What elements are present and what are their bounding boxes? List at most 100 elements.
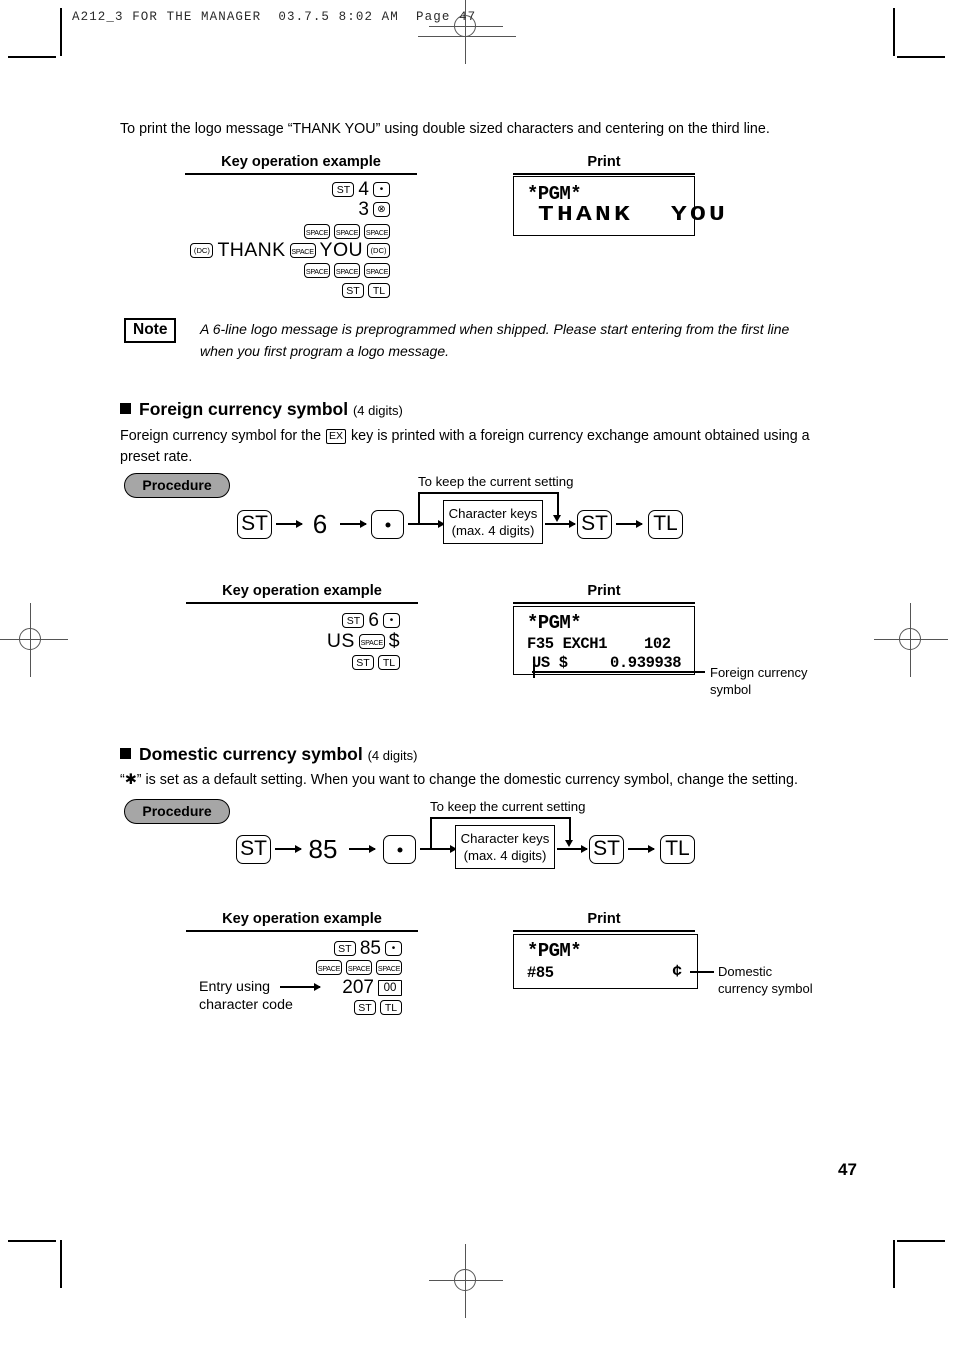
key-st[interactable]: ST — [354, 1000, 376, 1015]
key-st[interactable]: ST — [332, 182, 355, 197]
flow-arrow-1b — [275, 848, 301, 850]
key-space[interactable]: SPACE — [364, 224, 390, 239]
flow-key-dot-domestic[interactable] — [383, 835, 416, 864]
foreign-key-row-3: ST TL — [210, 653, 400, 672]
key-multiply[interactable]: ⊗ — [373, 202, 390, 217]
foreign-body-paragraph: Foreign currency symbol for the EX key i… — [120, 426, 840, 468]
domestic-digit-85: 85 — [359, 938, 381, 959]
print-title-2: Print — [513, 583, 695, 604]
print-line-domestic-symbol: ¢ — [672, 963, 682, 982]
entry-label-arrow — [280, 986, 320, 988]
callout-domestic-currency-symbol: Domestic currency symbol — [718, 963, 848, 997]
logo-word-thank: THANK — [217, 239, 286, 261]
bullet-square-icon — [120, 403, 131, 414]
flow-number-domestic: 85 — [308, 834, 338, 864]
foreign-text-dollar: $ — [388, 630, 400, 652]
title-rule — [185, 173, 417, 175]
key-st[interactable]: ST — [352, 655, 374, 670]
key-ex[interactable]: EX — [326, 429, 347, 444]
key-operation-example-label-1: Key operation example — [221, 154, 381, 170]
flow-key-st-start-foreign[interactable]: ST — [237, 510, 272, 539]
key-st[interactable]: ST — [342, 613, 365, 628]
dot-icon — [385, 522, 390, 527]
key-space[interactable]: SPACE — [346, 960, 372, 975]
key-space[interactable]: SPACE — [376, 960, 402, 975]
foreign-key-row-2: US SPACE $ — [210, 630, 400, 652]
foreign-digit-6: 6 — [368, 610, 379, 631]
key-dot[interactable]: • — [373, 182, 390, 197]
title-rule — [186, 930, 418, 932]
logo-digit-4: 4 — [358, 179, 369, 200]
foreign-text-us: US — [326, 630, 355, 652]
callout-leader-horizontal-foreign — [533, 671, 705, 673]
title-rule — [513, 602, 695, 604]
key-space[interactable]: SPACE — [334, 224, 360, 239]
note-text-line-2: when you first program a logo message. — [200, 343, 450, 359]
flow-key-tl-foreign[interactable]: TL — [648, 510, 683, 539]
key-st[interactable]: ST — [342, 283, 364, 298]
dot-icon — [397, 847, 402, 852]
key-dot[interactable]: • — [385, 941, 402, 956]
character-keys-line-1: Character keys — [448, 506, 538, 521]
entry-label-line-2: character code — [199, 997, 293, 1013]
heading-foreign-currency-symbol: Foreign currency symbol (4 digits) — [120, 399, 403, 420]
key-operation-example-title-2: Key operation example — [186, 583, 418, 604]
key-dc[interactable]: (DC) — [367, 243, 390, 258]
flow-key-tl-domestic[interactable]: TL — [660, 835, 695, 864]
key-tl[interactable]: TL — [378, 655, 400, 670]
key-dot[interactable]: • — [383, 613, 400, 628]
print-label-2: Print — [587, 583, 621, 599]
crop-mark-bottom-right-horizontal — [897, 1240, 945, 1242]
print-line-symbol-left: US $ — [532, 654, 568, 672]
flow-key-st-end-foreign[interactable]: ST — [577, 510, 612, 539]
print-line-exch-left: F35 EXCH1 — [527, 635, 608, 653]
registration-mark-left — [0, 603, 68, 677]
key-space[interactable]: SPACE — [304, 263, 330, 278]
logo-key-row-4: (DC) THANK SPACE YOU (DC) — [150, 239, 390, 261]
key-space[interactable]: SPACE — [289, 243, 316, 258]
logo-digit-3: 3 — [358, 199, 369, 220]
key-double-zero[interactable]: 00 — [378, 979, 402, 996]
logo-key-row-1: ST 4 • — [200, 180, 390, 199]
key-tl[interactable]: TL — [368, 283, 390, 298]
key-st[interactable]: ST — [333, 941, 356, 956]
print-title-3: Print — [513, 911, 695, 932]
key-space[interactable]: SPACE — [334, 263, 360, 278]
domestic-body-paragraph: “✱” is set as a default setting. When yo… — [120, 772, 798, 788]
key-tl[interactable]: TL — [380, 1000, 402, 1015]
foreign-body-post: key is printed with a foreign currency e… — [347, 428, 810, 444]
key-space[interactable]: SPACE — [358, 634, 385, 649]
flow-arrow-4 — [545, 523, 575, 525]
print-line-pgm: *PGM* — [527, 940, 582, 962]
flow-key-st-start-domestic[interactable]: ST — [236, 835, 271, 864]
flow-arrow-5 — [616, 523, 642, 525]
crop-mark-top-left-vertical — [60, 8, 62, 56]
key-space[interactable]: SPACE — [304, 224, 330, 239]
print-label-3: Print — [587, 911, 621, 927]
domestic-key-row-2: SPACE SPACE SPACE — [210, 958, 402, 977]
intro-paragraph: To print the logo message “THANK YOU” us… — [120, 121, 770, 137]
crop-mark-bottom-left-horizontal — [8, 1240, 56, 1242]
flow-caption-to-keep-foreign: To keep the current setting — [418, 474, 574, 489]
key-dc[interactable]: (DC) — [190, 243, 214, 258]
procedure-badge-domestic: Procedure — [124, 799, 230, 824]
flow-arrow-4b — [557, 848, 587, 850]
key-operation-example-label-2: Key operation example — [222, 583, 382, 599]
crop-mark-top-right-horizontal — [897, 56, 945, 58]
bullet-square-icon — [120, 748, 131, 759]
flow-key-st-end-domestic[interactable]: ST — [589, 835, 624, 864]
foreign-key-row-1: ST 6 • — [210, 611, 400, 630]
callout-leader-horizontal-domestic — [690, 971, 714, 973]
key-space[interactable]: SPACE — [364, 263, 390, 278]
key-space[interactable]: SPACE — [316, 960, 342, 975]
domestic-key-row-1: ST 85 • — [210, 939, 402, 958]
print-line-symbol-right: 0.939938 — [610, 654, 682, 672]
flow-box-character-keys-foreign: Character keys (max. 4 digits) — [443, 500, 543, 544]
print-line-pgm: *PGM* — [527, 612, 582, 634]
print-title-1: Print — [513, 154, 695, 175]
bypass-left-vertical-1 — [418, 492, 420, 524]
flow-arrow-3b — [420, 848, 456, 850]
procedure-badge-foreign: Procedure — [124, 473, 230, 498]
flow-key-dot-foreign[interactable] — [371, 510, 404, 539]
logo-word-you: YOU — [319, 239, 363, 261]
